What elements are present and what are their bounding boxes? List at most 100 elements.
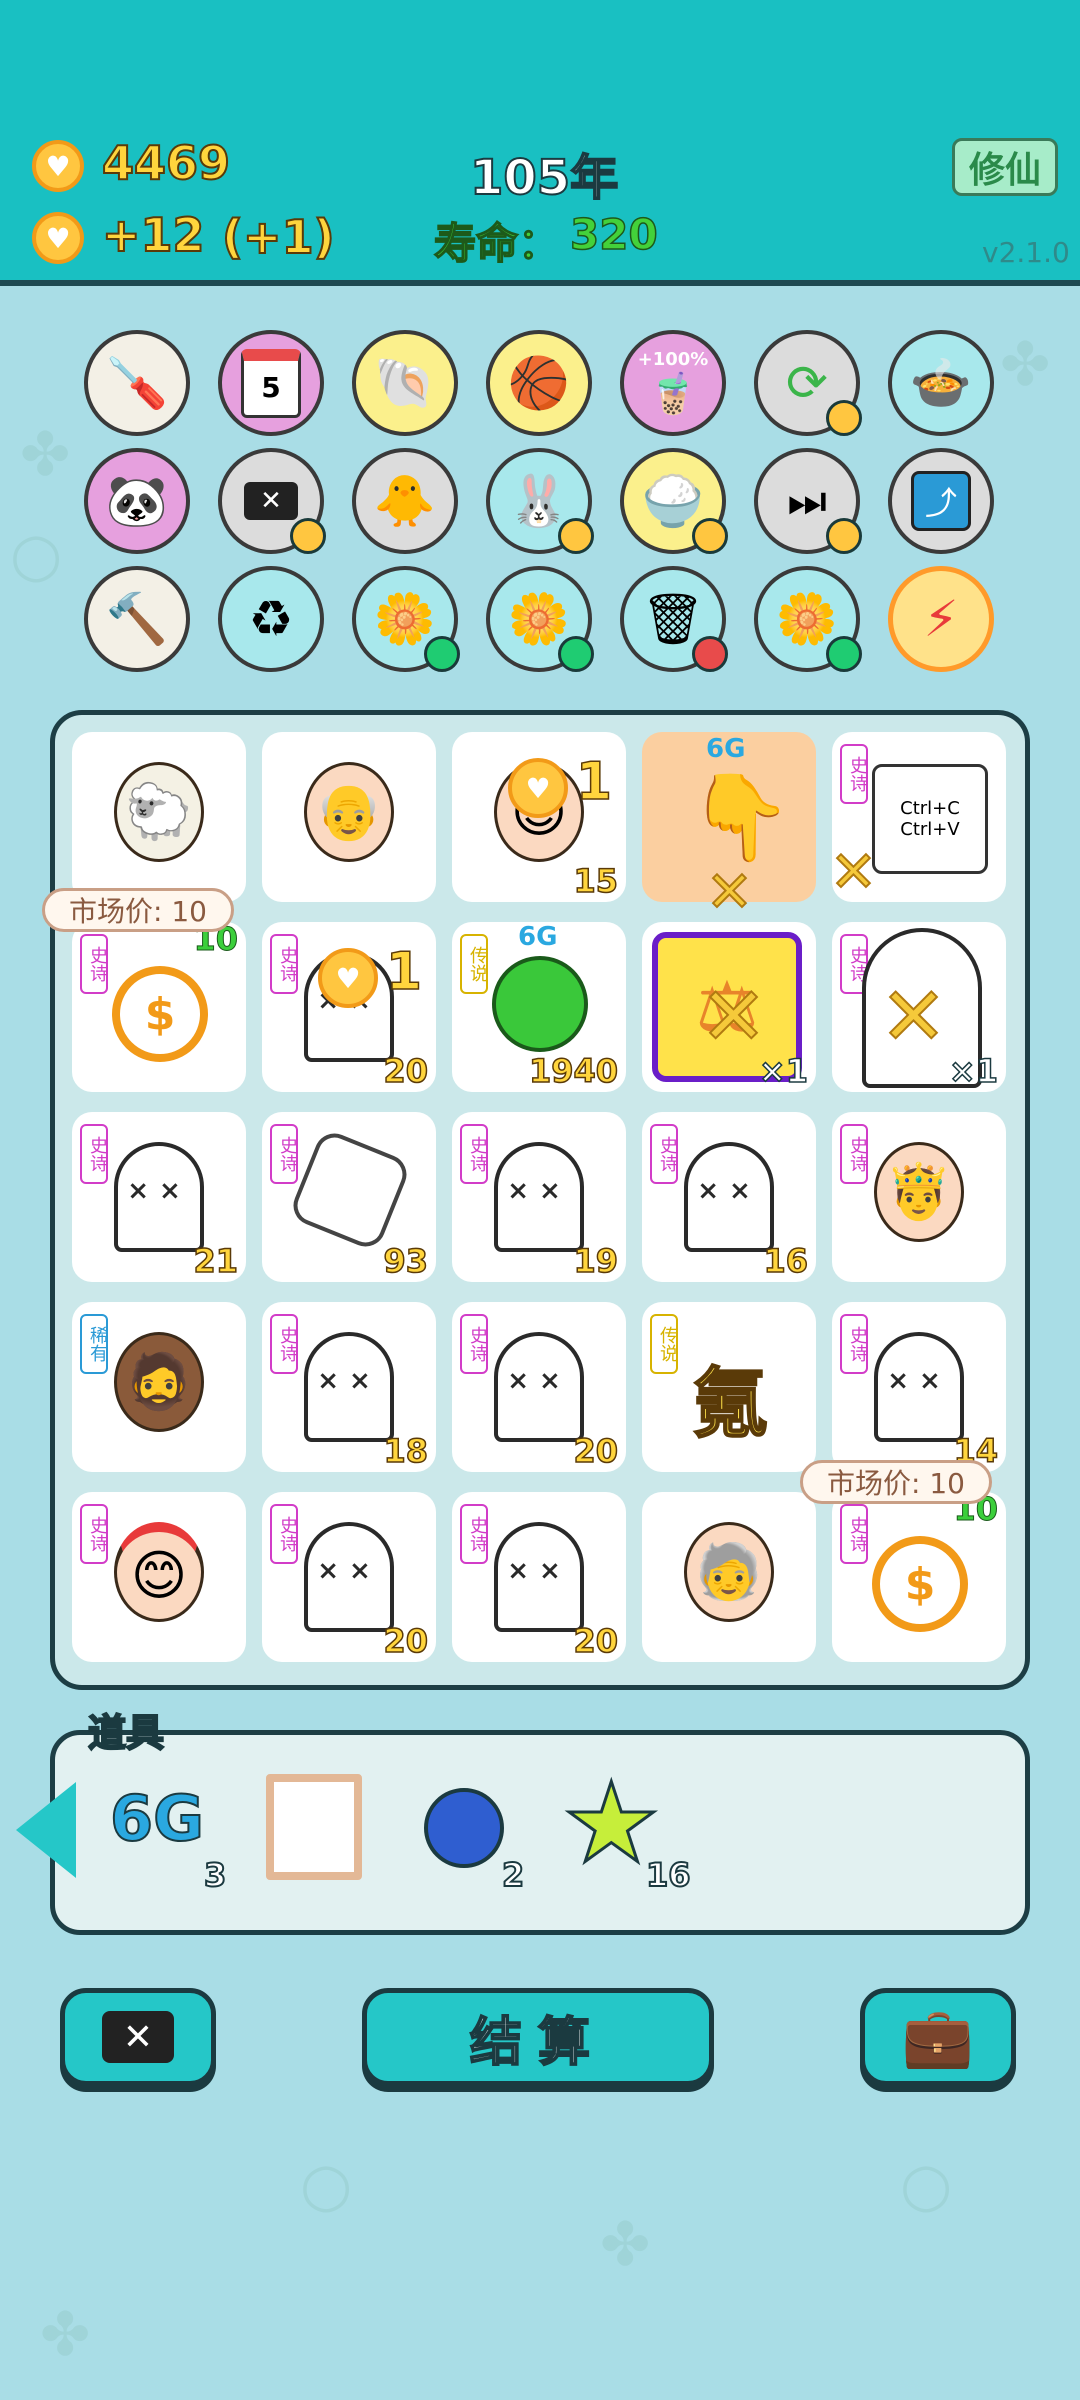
bg-ring-icon: ○	[900, 2150, 953, 2220]
trash-bag-icon[interactable]: 🗑	[620, 566, 728, 672]
hammer-icon[interactable]: 🔨	[84, 566, 190, 672]
discard-button[interactable]: ✕	[60, 1988, 216, 2086]
cup-icon[interactable]: +100% 🧋	[620, 330, 726, 436]
cell-count: 20	[383, 1051, 429, 1091]
rarity-badge: 史诗	[460, 1314, 488, 1374]
cell-overlay-count: 1	[385, 941, 423, 1003]
board-cell[interactable]: 史诗 ×× 20	[452, 1302, 626, 1472]
board-cell[interactable]: 传说 6G 1940	[452, 922, 626, 1092]
settle-label: 结算	[469, 2012, 606, 2074]
board-cell[interactable]: 史诗 ×× 20	[262, 1492, 436, 1662]
rarity-badge: 史诗	[270, 1504, 298, 1564]
board-cell[interactable]: 🧓	[642, 1492, 816, 1662]
tea-icon: 🧋	[648, 371, 698, 417]
board-cell[interactable]: 稀有 🧔	[72, 1302, 246, 1472]
board-cell[interactable]: 史诗 ×× ♥ 1 20	[262, 922, 436, 1092]
rarity-badge: 史诗	[840, 1124, 868, 1184]
rarity-badge: 史诗	[840, 1504, 868, 1564]
cross-mark-icon: ✕	[829, 839, 878, 906]
ghost-icon: ××	[684, 1142, 774, 1252]
calendar-day: 5	[241, 348, 301, 418]
rarity-badge: 史诗	[80, 1504, 108, 1564]
heart-coin-icon	[826, 518, 862, 554]
coin-income: +12	[101, 207, 206, 263]
cell-count: 93	[383, 1241, 429, 1281]
board-cell[interactable]: 传说 氪	[642, 1302, 816, 1472]
board-cell[interactable]: 史诗 ×× 18	[262, 1302, 436, 1472]
cell-count: 16	[763, 1241, 809, 1281]
ghost-icon: ××	[114, 1142, 204, 1252]
cultivate-button[interactable]: 修仙	[952, 138, 1058, 196]
board-cell[interactable]: 史诗 ×× 19	[452, 1112, 626, 1282]
x-icon: ✕	[244, 482, 298, 520]
refresh-icon[interactable]: ⟳	[754, 330, 862, 436]
rice-cooker-icon[interactable]: 🍲	[888, 330, 994, 436]
briefcase-button[interactable]: 💼	[860, 1988, 1016, 2086]
green-dot-icon	[424, 636, 460, 672]
rarity-badge: 史诗	[270, 1124, 298, 1184]
scroll-left-button[interactable]	[16, 1782, 76, 1878]
basketballs-icon[interactable]: 🏀	[486, 330, 592, 436]
ghost-icon: ××	[494, 1142, 584, 1252]
board-cell[interactable]: 🐑	[72, 732, 246, 902]
old-man-icon: 👴	[304, 762, 394, 862]
bg-ring-icon: ○	[10, 520, 63, 590]
board-cell[interactable]: 史诗 ×× 16	[642, 1112, 816, 1282]
board-cell[interactable]: 史诗 $ 10	[72, 920, 246, 1092]
arrow-up-icon[interactable]: ⤴	[888, 448, 994, 554]
chick-egg-icon[interactable]: 🐥	[352, 448, 458, 554]
ghost-icon: ××	[494, 1522, 584, 1632]
rice-bowl-icon[interactable]: 🍚	[620, 448, 728, 554]
board-cell[interactable]: 史诗 $ 10	[832, 1490, 1006, 1662]
flower-pot-icon[interactable]: 🌼	[352, 566, 460, 672]
settle-button[interactable]: 结算	[362, 1988, 714, 2086]
krypton-char: 氪	[691, 1358, 769, 1449]
shell-icon[interactable]: 🐚	[352, 330, 458, 436]
rarity-badge: 稀有	[80, 1314, 108, 1374]
rarity-badge: 史诗	[840, 1314, 868, 1374]
panda-icon[interactable]: 🐼	[84, 448, 190, 554]
pointing-hand-icon: 👇	[688, 768, 793, 866]
sheep-icon: 🐑	[114, 762, 204, 862]
calendar-icon[interactable]: 5	[218, 330, 324, 436]
board-cell[interactable]: 史诗 🤴	[832, 1112, 1006, 1282]
flower-pot-icon[interactable]: 🌼	[754, 566, 862, 672]
screwdriver-icon[interactable]: 🪛	[84, 330, 190, 436]
board-cell[interactable]: 👴	[262, 732, 436, 902]
lightning-icon[interactable]: ⚡	[888, 566, 994, 672]
rarity-badge: 史诗	[840, 744, 868, 804]
delete-icon[interactable]: ✕	[218, 448, 326, 554]
item-count: 3	[203, 1855, 227, 1895]
cell-count: ×1	[948, 1051, 999, 1091]
6g-label: 6G	[109, 1781, 205, 1856]
skip-icon[interactable]: ⏭	[754, 448, 862, 554]
board-cell[interactable]: 史诗 ×× 21	[72, 1112, 246, 1282]
hat-man-icon: 🧔	[114, 1332, 204, 1432]
item-frame[interactable]	[266, 1774, 362, 1880]
board-cell[interactable]: 史诗 ×× 14	[832, 1302, 1006, 1472]
coin-icon: ♥	[318, 948, 378, 1008]
cell-count: 20	[383, 1621, 429, 1661]
flower-pot-icon[interactable]: 🌼	[486, 566, 594, 672]
item-blueberry[interactable]	[424, 1788, 504, 1868]
minus-dot-icon	[692, 636, 728, 672]
rarity-badge: 史诗	[270, 934, 298, 994]
ghost-icon: ××	[494, 1332, 584, 1442]
recycle-bag-icon[interactable]: ♻	[218, 566, 324, 672]
rabbit-icon[interactable]: 🐰	[486, 448, 594, 554]
bagua-icon	[287, 1127, 413, 1253]
cell-count: 20	[573, 1621, 619, 1661]
board-cell[interactable]: 史诗 93	[262, 1112, 436, 1282]
board-cell[interactable]: 史诗 ×× 20	[452, 1492, 626, 1662]
market-price-tooltip: 市场价: 10	[42, 888, 234, 932]
bg-clover-icon: ✤	[600, 2210, 651, 2280]
coin-income-bonus: (+1)	[221, 209, 336, 265]
board-cell[interactable]: 史诗 😊	[72, 1492, 246, 1662]
cell-count: 19	[573, 1241, 619, 1281]
dollar-coin-icon: $	[872, 1536, 968, 1632]
rarity-badge: 传说	[460, 934, 488, 994]
board-cell[interactable]: 😌 ♥ 1 15	[452, 732, 626, 902]
lifespan-value: 320	[569, 209, 658, 260]
green-dot-icon	[558, 636, 594, 672]
paste-label: Ctrl+V	[900, 819, 960, 840]
